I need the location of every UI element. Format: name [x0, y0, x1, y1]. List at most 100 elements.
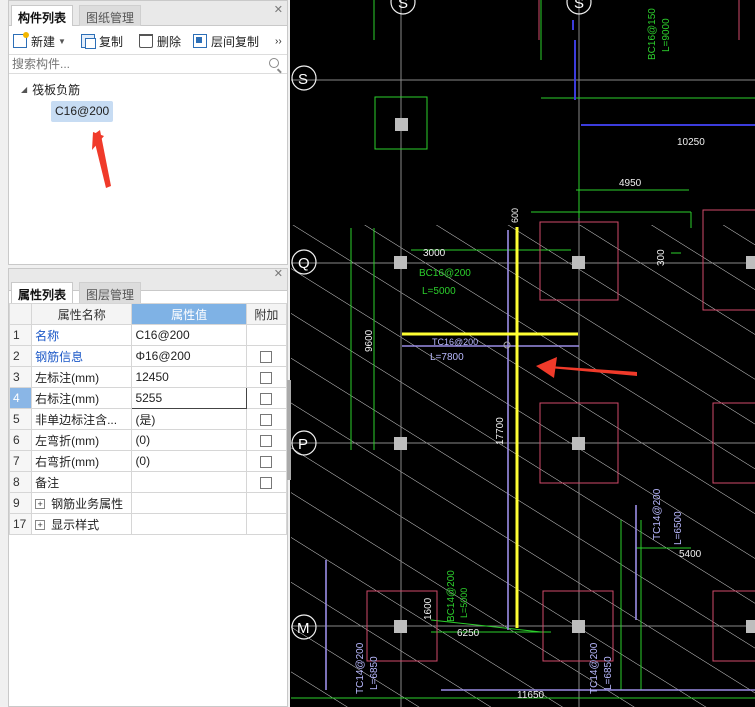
- property-panel-tabs: ✕ 属性列表 图层管理: [9, 267, 287, 303]
- search-input[interactable]: [9, 55, 249, 73]
- tab-component-list[interactable]: 构件列表: [11, 5, 74, 26]
- table-row[interactable]: 8 备注: [8, 471, 288, 493]
- property-value: [131, 513, 247, 535]
- left-sidebar: 构件列表 图纸管理 新建 ▼ 复制 删除 层间复制 ›› 搜索构件... ◢ 筏…: [0, 0, 290, 707]
- expand-plus-icon[interactable]: +: [35, 520, 46, 531]
- rebar-length-label: L=7800: [430, 352, 464, 363]
- property-name: 名称: [31, 324, 133, 346]
- column-marker[interactable]: [394, 256, 407, 269]
- rebar-length-5000: L=5000: [422, 286, 456, 297]
- property-name: 备注: [31, 471, 133, 493]
- table-row-selected[interactable]: 4 右标注(mm) 5255: [8, 387, 288, 409]
- dimension-9600: 9600: [364, 329, 375, 352]
- property-name: 右标注(mm): [31, 387, 133, 409]
- cad-drawing-canvas[interactable]: S S S Q P M 10250 4950 3000 5400 6250 11…: [291, 0, 755, 707]
- extra-cell: [245, 513, 288, 535]
- rebar-length-6850: L=6850: [369, 656, 380, 690]
- column-marker[interactable]: [572, 437, 585, 450]
- property-value: [131, 492, 247, 514]
- rebar-length-9000: L=9000: [661, 18, 672, 52]
- axis-label-s-top: S: [398, 0, 408, 12]
- table-row-group[interactable]: 9 + 钢筋业务属性: [8, 492, 288, 514]
- dimension-4950: 4950: [619, 178, 642, 189]
- panel-close-icon[interactable]: ✕: [274, 3, 283, 16]
- tree-node-raft-negative-rebar[interactable]: ◢ 筏板负筋: [21, 81, 80, 98]
- property-group-name[interactable]: + 显示样式: [31, 513, 133, 535]
- table-row-group[interactable]: 17 + 显示样式: [8, 513, 288, 535]
- column-marker[interactable]: [572, 620, 585, 633]
- rebar-label-bc16: BC16@200: [419, 268, 471, 279]
- delete-button-label: 删除: [157, 34, 182, 49]
- column-marker[interactable]: [395, 118, 408, 131]
- floor-copy-button[interactable]: 层间复制: [193, 32, 259, 50]
- extra-cell: [245, 492, 288, 514]
- column-marker[interactable]: [394, 437, 407, 450]
- property-table-header: 属性名称 属性值 附加: [8, 303, 288, 325]
- rebar-label-tc14: TC14@200: [652, 488, 663, 540]
- row-number: 7: [8, 450, 33, 472]
- extra-cell: [245, 366, 288, 388]
- tab-drawing-management[interactable]: 图纸管理: [79, 5, 142, 26]
- property-name: 左标注(mm): [31, 366, 133, 388]
- extra-checkbox[interactable]: [260, 434, 273, 447]
- property-value-editor[interactable]: 5255: [131, 387, 247, 409]
- dimension-5400: 5400: [679, 549, 702, 560]
- row-number: 4: [8, 387, 33, 409]
- table-row[interactable]: 3 左标注(mm) 12450: [8, 366, 288, 388]
- property-value[interactable]: [131, 471, 247, 493]
- property-value[interactable]: C16@200: [131, 324, 247, 346]
- table-row[interactable]: 2 钢筋信息 Φ16@200: [8, 345, 288, 367]
- dimension-11650: 11650: [517, 690, 545, 701]
- tab-layer-management[interactable]: 图层管理: [79, 282, 142, 303]
- property-value[interactable]: (0): [131, 450, 247, 472]
- rebar-label-bc14: BC14@200: [446, 570, 457, 622]
- property-value[interactable]: Φ16@200: [131, 345, 247, 367]
- property-value-header: 属性值: [131, 303, 247, 325]
- dimension-3000: 3000: [423, 248, 446, 259]
- rebar-length-6850-right: L=6850: [603, 656, 614, 690]
- expand-plus-icon[interactable]: +: [35, 499, 46, 510]
- extra-checkbox[interactable]: [260, 392, 273, 405]
- extra-checkbox[interactable]: [260, 413, 273, 426]
- column-marker[interactable]: [746, 256, 755, 269]
- extra-checkbox[interactable]: [260, 371, 273, 384]
- tree-node-selected-component[interactable]: C16@200: [51, 101, 114, 122]
- delete-button[interactable]: 删除: [139, 32, 181, 50]
- column-marker[interactable]: [746, 620, 755, 633]
- rebar-length-6500: L=6500: [673, 511, 684, 545]
- property-group-name[interactable]: + 钢筋业务属性: [31, 492, 133, 514]
- search-icon[interactable]: [269, 58, 279, 68]
- row-number: 3: [8, 366, 33, 388]
- copy-button[interactable]: 复制: [81, 32, 123, 50]
- column-marker[interactable]: [572, 256, 585, 269]
- toolbar-more-button[interactable]: ››: [275, 32, 282, 50]
- extra-checkbox[interactable]: [260, 350, 273, 363]
- extra-cell: [245, 429, 288, 451]
- table-row[interactable]: 6 左弯折(mm) (0): [8, 429, 288, 451]
- dimension-300: 300: [656, 249, 667, 266]
- collapse-triangle-icon[interactable]: ◢: [21, 85, 27, 94]
- new-button[interactable]: 新建 ▼: [13, 32, 66, 50]
- column-marker[interactable]: [394, 620, 407, 633]
- property-panel-close-icon[interactable]: ✕: [274, 267, 283, 280]
- extra-cell: [245, 345, 288, 367]
- dimension-17700: 17700: [495, 417, 506, 445]
- axis-label-s-top-right: S: [574, 0, 584, 12]
- property-name: 非单边标注含...: [31, 408, 133, 430]
- extra-checkbox[interactable]: [260, 476, 273, 489]
- tab-property-list[interactable]: 属性列表: [11, 282, 74, 303]
- property-value[interactable]: 12450: [131, 366, 247, 388]
- extra-checkbox[interactable]: [260, 455, 273, 468]
- table-row[interactable]: 5 非单边标注含... (是): [8, 408, 288, 430]
- property-value[interactable]: (0): [131, 429, 247, 451]
- table-row[interactable]: 7 右弯折(mm) (0): [8, 450, 288, 472]
- row-number: 5: [8, 408, 33, 430]
- extra-cell: [245, 408, 288, 430]
- row-number: 17: [8, 513, 33, 535]
- copy-icon: [81, 34, 96, 49]
- table-row[interactable]: 1 名称 C16@200: [8, 324, 288, 346]
- dropdown-caret-icon[interactable]: ▼: [58, 37, 66, 46]
- extra-cell: [245, 450, 288, 472]
- property-value[interactable]: (是): [131, 408, 247, 430]
- axis-label-p: P: [298, 436, 308, 453]
